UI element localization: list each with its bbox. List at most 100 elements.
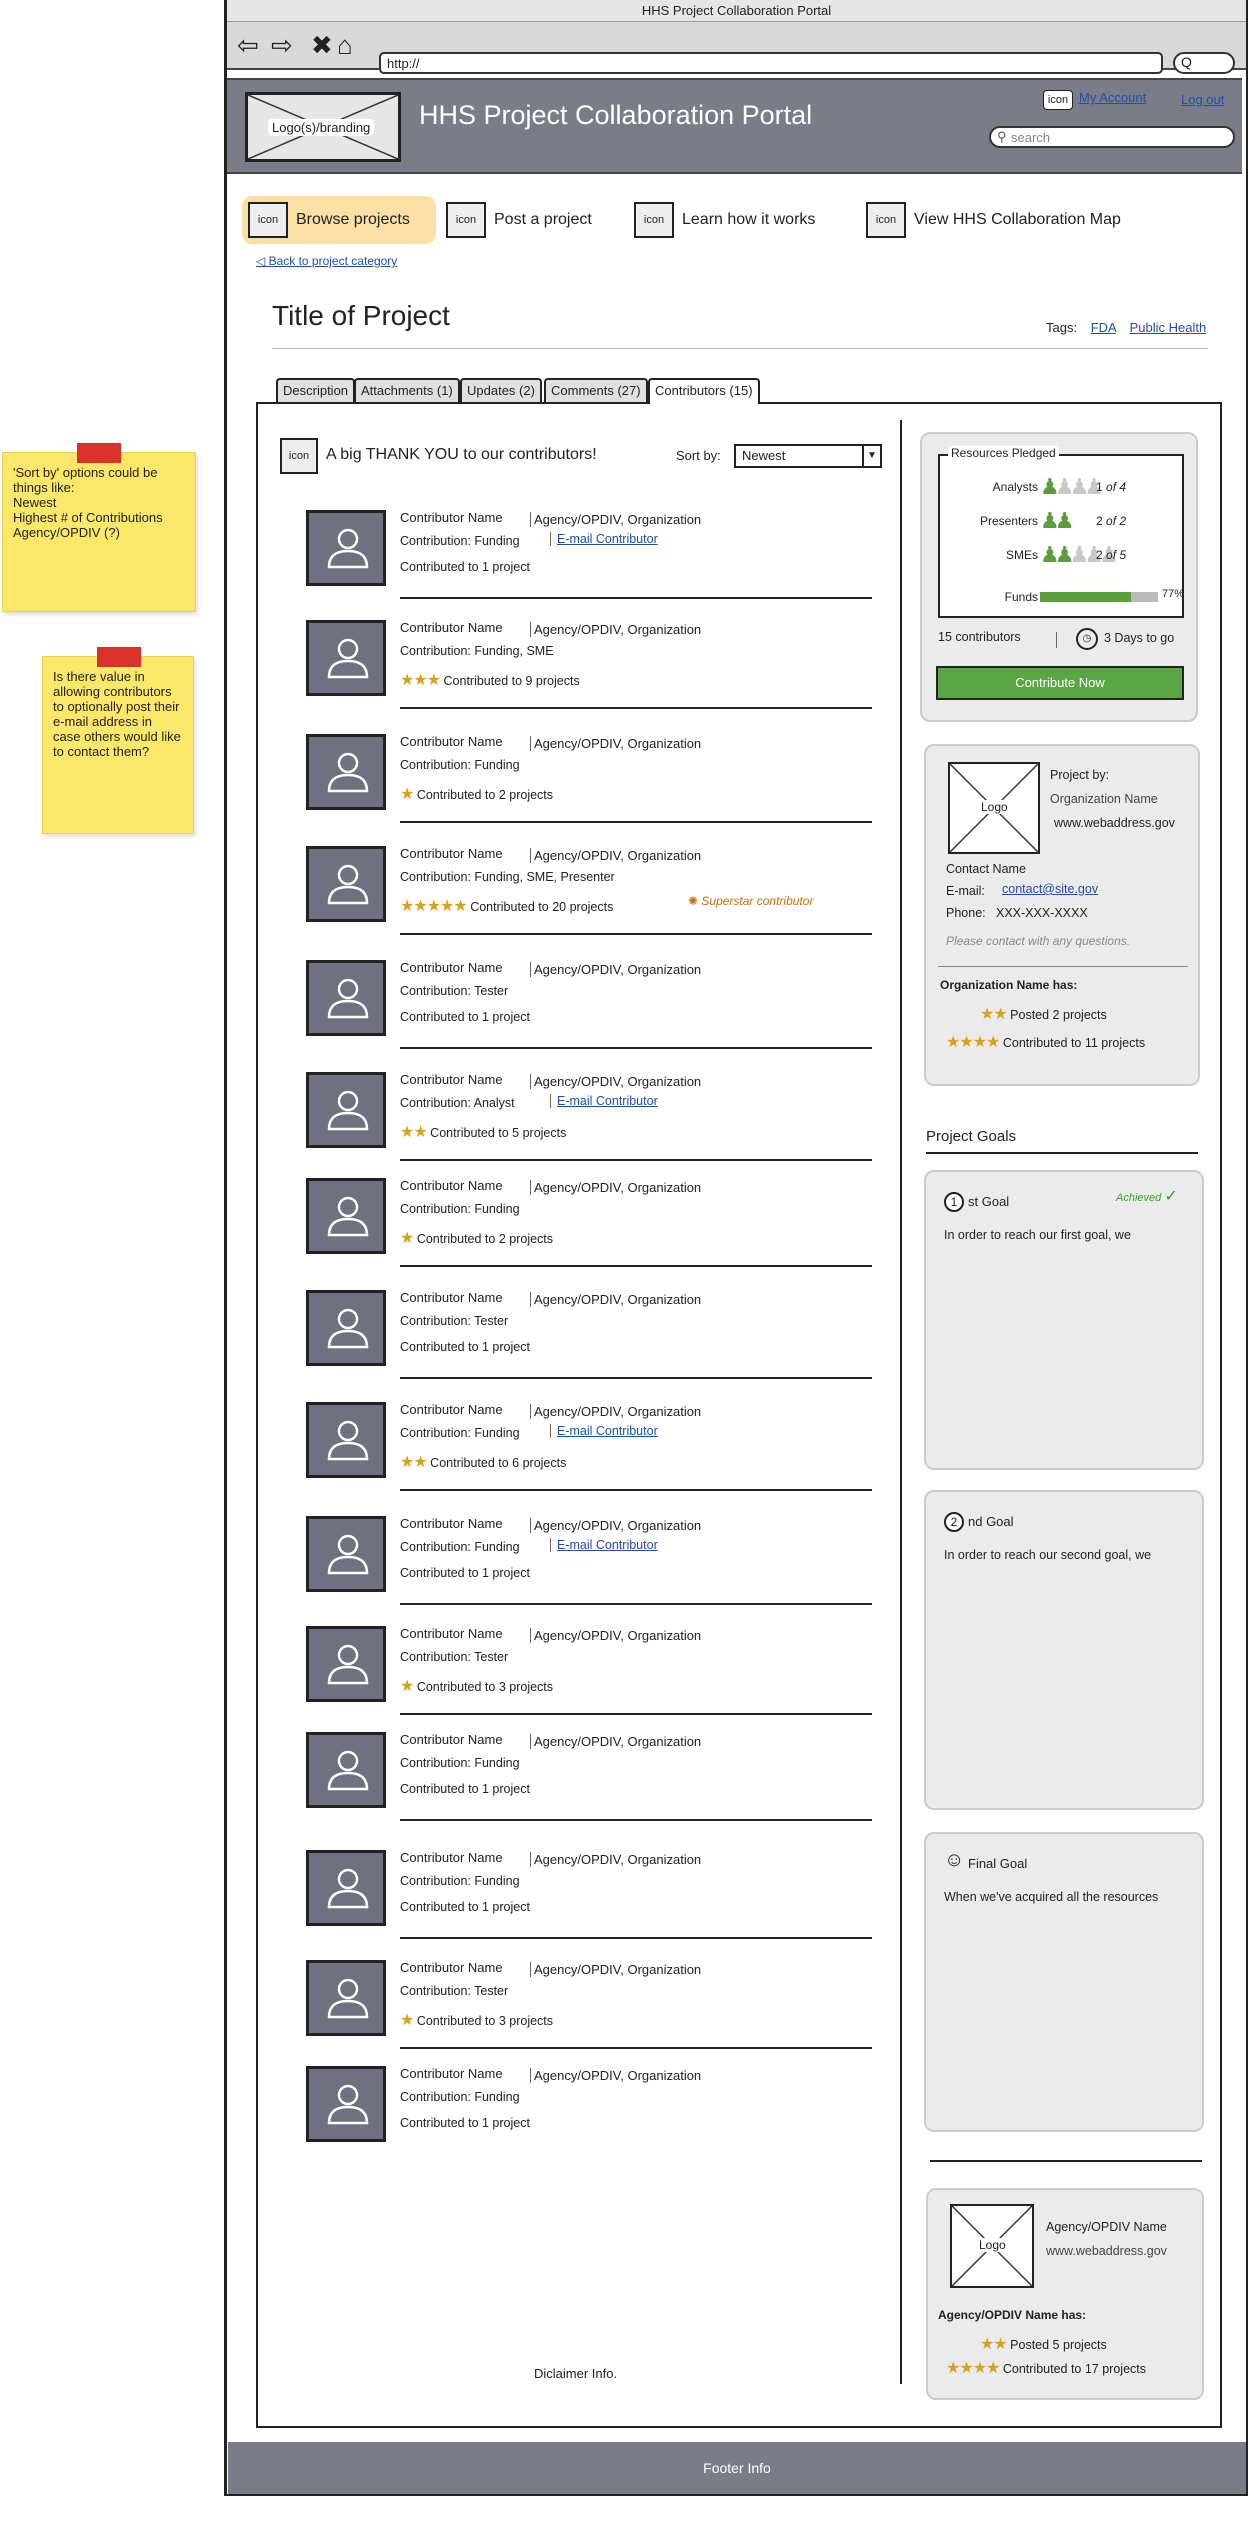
contribution-type: Contribution: Funding, SME: [400, 644, 554, 658]
sort-label: Sort by:: [676, 448, 721, 463]
browser-search-icon[interactable]: Q: [1173, 52, 1235, 74]
org-web[interactable]: www.webaddress.gov: [1054, 816, 1175, 830]
contributor-name[interactable]: Contributor Name: [400, 1516, 503, 1531]
contributor-row: Contributor Name Agency/OPDIV, Organizati…: [300, 1614, 878, 1715]
resource-filled: 1: [1096, 480, 1103, 494]
sort-value: Newest: [742, 448, 786, 463]
nav-browse-projects[interactable]: icon Browse projects: [242, 196, 436, 244]
back-to-category-link[interactable]: ◁ Back to project category: [256, 254, 397, 268]
sunburst-icon: ✺: [688, 894, 702, 908]
account-icon[interactable]: icon: [1043, 90, 1073, 110]
back-link-label: Back to project category: [268, 254, 398, 268]
contribution-count-label: Contributed to 1 project: [400, 1782, 530, 1796]
email-contributor-link[interactable]: E-mail Contributor: [550, 1538, 658, 1552]
resource-count: 2 of 5: [1096, 548, 1126, 562]
agency-panel: Logo Agency/OPDIV Name www.webaddress.go…: [926, 2188, 1204, 2400]
superstar-badge: ✺ Superstar contributor: [688, 894, 813, 908]
back-arrow-icon[interactable]: ⇦: [237, 32, 259, 58]
nav-collaboration-map[interactable]: icon View HHS Collaboration Map: [860, 196, 1140, 244]
contributor-name[interactable]: Contributor Name: [400, 2066, 503, 2081]
email-contributor-link[interactable]: E-mail Contributor: [550, 1094, 658, 1108]
contribution-type: Contribution: Funding: [400, 1756, 520, 1770]
tab-comments[interactable]: Comments (27): [544, 378, 648, 402]
contributor-name[interactable]: Contributor Name: [400, 960, 503, 975]
contributor-name[interactable]: Contributor Name: [400, 734, 503, 749]
contributor-agency: Agency/OPDIV, Organization: [530, 1962, 701, 1977]
contributor-name[interactable]: Contributor Name: [400, 846, 503, 861]
tab-updates[interactable]: Updates (2): [460, 378, 542, 402]
person-icon: ♟: [1054, 474, 1075, 499]
resource-label: SMEs: [1005, 548, 1038, 562]
pin: [77, 443, 121, 463]
org-has-label: Organization Name has:: [940, 978, 1078, 992]
email-contributor-link[interactable]: E-mail Contributor: [550, 1424, 658, 1438]
contributor-name[interactable]: Contributor Name: [400, 510, 503, 525]
divider: [938, 966, 1188, 967]
resource-of: of 4: [1106, 480, 1127, 494]
nav-learn-how[interactable]: icon Learn how it works: [628, 196, 838, 244]
logout-link[interactable]: Log out: [1181, 92, 1224, 107]
email-label: E-mail:: [946, 884, 985, 898]
contributor-name[interactable]: Contributor Name: [400, 620, 503, 635]
contribution-count: Contributed to 1 project: [400, 2116, 530, 2130]
contributor-name[interactable]: Contributor Name: [400, 1178, 503, 1193]
org-contributed: Contributed to 11 projects: [1002, 1036, 1146, 1050]
contact-note: Please contact with any questions.: [946, 934, 1131, 948]
nav-label: Browse projects: [296, 211, 410, 228]
contributor-agency: Agency/OPDIV, Organization: [530, 1852, 701, 1867]
contributor-agency: Agency/OPDIV, Organization: [530, 736, 701, 751]
contributor-name[interactable]: Contributor Name: [400, 1732, 503, 1747]
contribution-count: ★★★ Contributed to 9 projects: [400, 670, 580, 690]
contributor-name[interactable]: Contributor Name: [400, 1850, 503, 1865]
browser-toolbar: ⇦ ⇨ ✖ ⌂ http:// Q: [227, 22, 1246, 74]
contribution-count-label: Contributed to 1 project: [400, 1566, 530, 1580]
site-search-input[interactable]: search: [989, 126, 1235, 148]
row-divider: [400, 1265, 872, 1267]
contributor-name[interactable]: Contributor Name: [400, 1402, 503, 1417]
home-icon[interactable]: ⌂: [337, 32, 353, 58]
goal-heading: nd Goal: [968, 1514, 1014, 1529]
contribution-type: Contribution: Tester: [400, 984, 509, 998]
resource-count: 2 of 2: [1096, 514, 1126, 528]
person-icon: ♟: [1040, 542, 1060, 567]
contributor-name[interactable]: Contributor Name: [400, 1072, 503, 1087]
nav-post-project[interactable]: icon Post a project: [440, 196, 620, 244]
contributor-name[interactable]: Contributor Name: [400, 1290, 503, 1305]
agency-has-label: Agency/OPDIV Name has:: [938, 2308, 1087, 2322]
contributor-name[interactable]: Contributor Name: [400, 1626, 503, 1641]
contribute-now-button[interactable]: Contribute Now: [936, 666, 1184, 700]
row-divider: [400, 1377, 872, 1379]
funds-row: Funds 77%: [940, 582, 1184, 612]
contribution-count-label: Contributed to 1 project: [400, 560, 530, 574]
tag-link[interactable]: FDA: [1091, 320, 1116, 335]
chevron-down-icon: ▼: [862, 446, 880, 466]
sort-select[interactable]: Newest ▼: [734, 444, 882, 468]
agency-web[interactable]: www.webaddress.gov: [1046, 2244, 1167, 2258]
tab-description[interactable]: Description: [276, 378, 356, 402]
contributor-agency: Agency/OPDIV, Organization: [530, 1180, 701, 1195]
contributor-row: Contributor Name Agency/OPDIV, Organizati…: [300, 1060, 878, 1161]
org-email-link[interactable]: contact@site.gov: [1002, 882, 1098, 896]
contributor-agency: Agency/OPDIV, Organization: [530, 1292, 701, 1307]
my-account-link[interactable]: My Account: [1079, 90, 1146, 105]
tab-attachments[interactable]: Attachments (1): [354, 378, 460, 402]
resource-of: of 2: [1106, 514, 1127, 528]
tab-contributors[interactable]: Contributors (15): [648, 378, 760, 404]
contribution-type: Contribution: Analyst: [400, 1096, 515, 1110]
forward-arrow-icon[interactable]: ⇨: [271, 32, 293, 58]
nav-label: Learn how it works: [682, 211, 816, 228]
logo-label: Logo(s)/branding: [268, 119, 375, 136]
contribution-count-label: Contributed to 5 projects: [430, 1126, 567, 1140]
url-bar[interactable]: http://: [379, 52, 1163, 74]
tag-link[interactable]: Public Health: [1130, 320, 1207, 335]
email-contributor-link[interactable]: E-mail Contributor: [550, 532, 658, 546]
contribution-count: Contributed to 1 project: [400, 560, 530, 574]
project-tags: Tags: FDA Public Health: [1046, 320, 1206, 335]
nav-label: View HHS Collaboration Map: [914, 211, 1121, 228]
contribution-type: Contribution: Funding: [400, 534, 520, 548]
contributor-row: Contributor Name Agency/OPDIV, Organizati…: [300, 1278, 878, 1379]
contribution-count-label: Contributed to 20 projects: [470, 900, 614, 914]
stop-icon[interactable]: ✖: [311, 32, 333, 58]
email-link-label: E-mail Contributor: [557, 1538, 658, 1552]
contributor-name[interactable]: Contributor Name: [400, 1960, 503, 1975]
